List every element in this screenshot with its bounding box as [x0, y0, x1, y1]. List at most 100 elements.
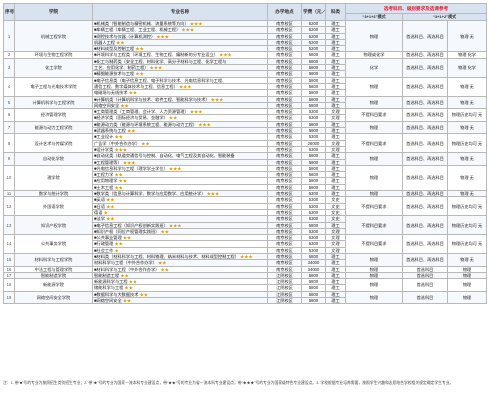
- selection-subjects: 物理 无: [446, 164, 488, 192]
- star-rating: ★★: [160, 228, 169, 234]
- subject-requirement: 化学: [345, 57, 403, 78]
- selection-type: 首选科目、再选科目: [402, 108, 448, 122]
- major-label: 网络空间安全: [94, 102, 120, 108]
- star-rating: ★★: [128, 90, 138, 96]
- subject-requirement: 物理: [345, 120, 403, 135]
- header-college: 学院: [14, 3, 93, 21]
- college-name: 新能源学院: [14, 278, 93, 292]
- college-name: 能源与动力工程学院: [14, 120, 93, 135]
- college-name: 材料科学与工程学院: [14, 253, 93, 267]
- star-rating: ★★: [118, 178, 128, 184]
- major-label: 材料科学与工程（中外合作办学）: [94, 260, 157, 266]
- subject-requirement: 不提科目要求: [345, 215, 403, 236]
- major-label: ■计算机类（计算机科学与技术、软件工程、智能科学与技术）: [94, 96, 210, 102]
- major-label: ■自动化类（轨道交通信号与控制、自动化、电气工程及其自动化、智能装备: [94, 153, 235, 159]
- star-rating: ★★: [114, 172, 123, 178]
- subject-requirement: 不提科目要求: [345, 133, 403, 154]
- selection-type: 首选科目、再选科目: [402, 164, 448, 192]
- star-rating: ★★: [124, 285, 133, 291]
- selection-subjects: 物理: [446, 278, 488, 292]
- star-rating: ★★: [120, 102, 129, 108]
- selection-type: 首选科目、再选科目: [402, 215, 448, 236]
- subject-requirement: 物理: [345, 164, 403, 192]
- major-label: ■法学: [94, 216, 105, 222]
- selection-subjects: 物理 无: [446, 76, 488, 97]
- row-number: 14: [3, 234, 15, 254]
- subject-category: 理工: [325, 297, 346, 305]
- row-number: 1: [3, 19, 15, 53]
- major-label: ■数据科学与大数据技术: [94, 291, 139, 297]
- major-label: ■设计学类: [94, 146, 114, 152]
- major-label: 储能科学与工程: [94, 285, 124, 291]
- major-label: 工艺、应用化学、制药工程）: [94, 65, 149, 71]
- major-label: ■材料成型及控制工程: [94, 46, 135, 52]
- star-rating: ★★★: [168, 222, 182, 228]
- major-label: 德语: [94, 209, 103, 215]
- row-number: 18: [3, 278, 15, 292]
- star-rating: ★★: [168, 115, 178, 121]
- star-rating: ★★: [158, 260, 167, 266]
- header-fee: 学费（元／年）: [301, 3, 326, 21]
- subject-requirement: 不提科目要求: [345, 108, 403, 122]
- selection-subjects: 物理历史均可 无: [446, 133, 488, 154]
- subject-requirement: 物理: [345, 253, 403, 267]
- star-rating: ★★★: [122, 159, 136, 165]
- major-label: ■社会工作: [94, 247, 114, 253]
- major-label: ■环境科学与工程类（环境工程、生物工程、编制新的分专业设立）: [94, 52, 218, 58]
- major-label: ■电子信息工程（知识产权创新实践班）: [94, 222, 168, 228]
- star-rating: ★: [114, 247, 119, 253]
- row-number: 13: [3, 215, 15, 236]
- star-rating: ★: [103, 209, 108, 215]
- star-rating: ★★★: [219, 52, 232, 58]
- major-label: 智能制造工程: [94, 272, 120, 278]
- selection-type: 首选科目: [402, 290, 448, 305]
- row-number: 7: [3, 120, 15, 135]
- selection-type: 首选科目、再选科目: [402, 57, 448, 78]
- page: { "headers": { "no": "序号", "college": "学…: [0, 0, 489, 400]
- major-label: ■工程管理等）: [94, 159, 122, 165]
- major-label: ■化工与制药类（安全工程、材料化学、高分子材料与工程、化学工程与: [94, 58, 227, 64]
- star-rating: ★★★: [210, 96, 224, 102]
- major-label: 电磁场与无线技术: [94, 90, 128, 96]
- selection-type: 首选科目、再选科目: [402, 95, 448, 110]
- major-label: ■土木工程: [94, 184, 114, 190]
- star-rating: ★★: [135, 71, 144, 77]
- star-rating: ★★: [114, 134, 123, 140]
- star-rating: ★★★: [206, 191, 220, 197]
- tuition-fee: 5800: [301, 297, 326, 305]
- selection-subjects: 物理 无: [446, 19, 488, 53]
- row-number: 4: [3, 76, 15, 97]
- row-number: 5: [3, 95, 15, 110]
- star-rating: ★★★: [156, 33, 169, 39]
- row-number: 10: [3, 164, 15, 192]
- header-mode-2: “3+1+2”模式: [401, 13, 488, 21]
- subject-requirement: 不提科目要求: [345, 196, 403, 217]
- star-rating: ★★★: [181, 27, 195, 33]
- selection-subjects: 物理 无: [446, 152, 488, 166]
- subject-requirement: 不提科目要求: [345, 234, 403, 254]
- subject-requirement: 物理: [345, 76, 403, 97]
- selection-subjects: 物理历史均可 无: [446, 234, 488, 254]
- major-label: ■光电信息科学与工程（理学学士学位）: [94, 165, 168, 171]
- major-label: 机器人工程: [94, 39, 115, 45]
- row-number: 8: [3, 133, 15, 154]
- star-rating: ★★★: [168, 165, 182, 171]
- selection-type: 首选科目、再选科目: [402, 189, 448, 198]
- major-label: 新能源科学与工程: [94, 279, 128, 285]
- major-label: ■行政管理: [94, 241, 114, 247]
- selection-subjects: 物理 无: [446, 120, 488, 135]
- star-rating: ★★: [139, 291, 148, 297]
- row-number: 6: [3, 108, 15, 122]
- row-number: 12: [3, 196, 15, 217]
- selection-type: 首选科目、再选科目: [402, 152, 448, 166]
- star-rating: ★★: [114, 184, 123, 190]
- college-name: 化工学院: [14, 57, 93, 78]
- selection-subjects: 物理历史均可 无: [446, 108, 488, 122]
- college-name: 公共事务学院: [14, 234, 93, 254]
- major-label: ■知识产权（同位产权管理实践班）: [94, 228, 160, 234]
- header-major: 专业名称: [92, 3, 268, 21]
- star-rating: ★★: [114, 241, 123, 247]
- major-label: ■材料科学与工程（中外合作办学）: [94, 266, 160, 272]
- table-row: 15 材料科学与工程学院 ■材料类（材料科学与工程、材料物理、纳米材料与技术、材料成…: [3, 252, 488, 267]
- college-name: 经济管理学院: [14, 108, 93, 122]
